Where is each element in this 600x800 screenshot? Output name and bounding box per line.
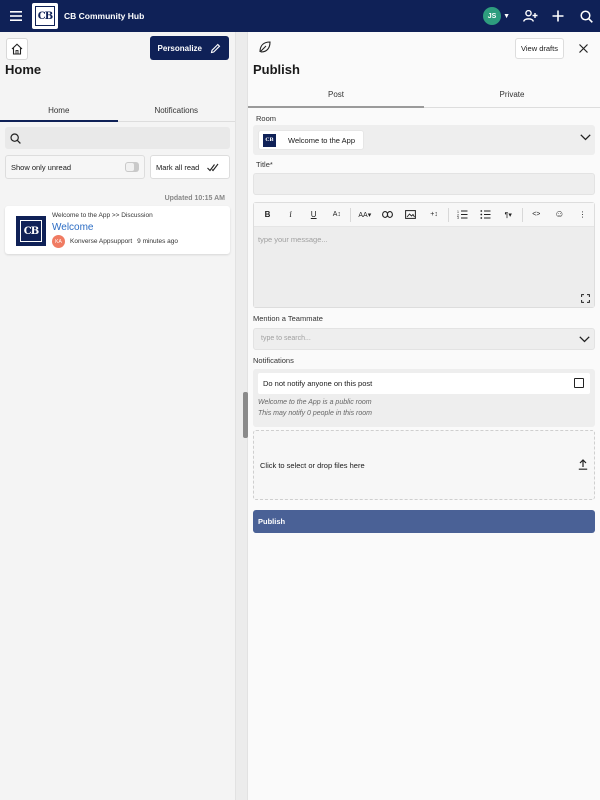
notif-note-count: This may notify 0 people in this room — [258, 410, 372, 417]
image-icon[interactable] — [399, 203, 422, 227]
show-only-unread-toggle[interactable]: Show only unread — [5, 155, 145, 179]
italic-icon[interactable]: i — [279, 203, 302, 227]
home-panel: Personalize Home Home Notifications Show… — [0, 32, 235, 800]
user-avatar[interactable]: JS — [483, 7, 502, 25]
notifications-label: Notifications — [253, 356, 294, 365]
updated-timestamp: Updated 10:15 AM — [164, 195, 225, 202]
do-not-notify-label: Do not notify anyone on this post — [263, 379, 373, 388]
room-select[interactable]: CB Welcome to the App — [253, 125, 595, 155]
notif-note-public: Welcome to the App is a public room — [258, 399, 372, 406]
home-button[interactable] — [6, 38, 28, 60]
room-label: Room — [256, 114, 277, 123]
room-logo: CB — [16, 216, 46, 246]
bullet-list-icon[interactable] — [474, 203, 497, 227]
dropzone-label: Click to select or drop files here — [260, 460, 365, 470]
create-button[interactable] — [544, 0, 572, 32]
mark-all-read-label: Mark all read — [156, 162, 200, 172]
mention-search-input[interactable]: type to search... — [253, 328, 595, 350]
more-icon[interactable]: ⋮ — [571, 203, 594, 227]
menu-icon[interactable] — [0, 0, 32, 32]
show-only-unread-label: Show only unread — [11, 162, 72, 172]
page-title: Home — [5, 62, 42, 77]
notifications-box: Do not notify anyone on this post Welcom… — [253, 369, 595, 427]
app-logo[interactable]: CB — [32, 3, 58, 29]
author-name[interactable]: Konverse Appsupport — [70, 238, 132, 245]
tab-notifications[interactable]: Notifications — [118, 100, 236, 121]
leaf-icon — [259, 41, 271, 53]
ordered-list-icon[interactable]: 123 — [451, 203, 474, 227]
upload-icon — [578, 459, 588, 470]
file-dropzone[interactable]: Click to select or drop files here — [253, 430, 595, 500]
tab-private[interactable]: Private — [424, 82, 600, 107]
paragraph-icon[interactable]: ¶▾ — [497, 203, 520, 227]
message-placeholder: type your message... — [258, 235, 328, 244]
tab-post[interactable]: Post — [248, 82, 424, 108]
toolbar-divider — [350, 207, 352, 222]
add-user-button[interactable] — [516, 0, 544, 32]
toolbar-divider — [447, 207, 449, 222]
insert-icon[interactable]: +↕ — [423, 203, 446, 227]
code-icon[interactable]: <> — [525, 203, 548, 227]
font-icon[interactable]: AA▾ — [353, 203, 376, 227]
expand-icon[interactable] — [581, 294, 590, 303]
search-icon — [10, 132, 21, 144]
feed-title-link[interactable]: Welcome — [52, 222, 94, 233]
feed-author-row: KA Konverse Appsupport 9 minutes ago — [52, 235, 178, 248]
message-input[interactable]: type your message... — [254, 227, 594, 307]
do-not-notify-option[interactable]: Do not notify anyone on this post — [258, 373, 590, 394]
title-label: Title* — [256, 160, 273, 169]
toolbar-divider — [521, 207, 523, 222]
home-icon — [11, 43, 23, 55]
home-tabs: Home Notifications — [0, 100, 235, 122]
pencil-icon — [210, 43, 221, 53]
chevron-down-icon — [579, 336, 590, 343]
author-avatar[interactable]: KA — [52, 235, 65, 248]
publish-button[interactable]: Publish — [253, 510, 595, 533]
personalize-button[interactable]: Personalize — [149, 36, 229, 60]
list-item[interactable]: CB Welcome to the App >> Discussion Welc… — [5, 206, 230, 254]
feed-breadcrumb[interactable]: Welcome to the App >> Discussion — [52, 212, 153, 219]
message-editor: B i U A↕ AA▾ +↕ 123 ¶▾ <> ☺ ⋮ type your … — [253, 202, 595, 308]
chevron-down-icon[interactable]: ▼ — [503, 13, 510, 20]
logo-mark: CB — [35, 6, 55, 26]
toggle-switch[interactable] — [125, 162, 139, 172]
underline-icon[interactable]: U — [302, 203, 325, 227]
close-icon — [578, 43, 588, 53]
room-chip: CB Welcome to the App — [258, 130, 364, 150]
close-button[interactable] — [576, 41, 590, 55]
publish-panel: Publish View drafts Post Private Room CB… — [248, 32, 600, 800]
link-icon[interactable] — [376, 203, 399, 227]
emoji-icon[interactable]: ☺ — [548, 203, 571, 227]
logo-mark: CB — [20, 220, 42, 242]
editor-toolbar: B i U A↕ AA▾ +↕ 123 ¶▾ <> ☺ ⋮ — [254, 203, 594, 227]
app-title: CB Community Hub — [64, 11, 145, 21]
feed-search-input[interactable] — [5, 127, 230, 149]
personalize-label: Personalize — [157, 43, 202, 53]
double-check-icon — [207, 163, 219, 171]
room-logo: CB — [263, 133, 276, 147]
svg-text:3: 3 — [457, 216, 459, 219]
mark-all-read-button[interactable]: Mark all read — [150, 155, 230, 179]
room-value: Welcome to the App — [288, 135, 355, 145]
search-icon — [579, 9, 593, 23]
chevron-down-icon — [580, 134, 591, 141]
view-drafts-button[interactable]: View drafts — [515, 38, 564, 59]
publish-tabs: Post Private — [248, 82, 600, 108]
add-user-icon — [522, 10, 537, 22]
tab-home[interactable]: Home — [0, 100, 118, 122]
search-button[interactable] — [572, 0, 600, 32]
do-not-notify-checkbox[interactable] — [574, 378, 584, 388]
post-time: 9 minutes ago — [137, 238, 178, 245]
title-input[interactable] — [253, 173, 595, 195]
publish-title: Publish — [253, 62, 300, 77]
mention-placeholder: type to search... — [261, 335, 311, 342]
plus-icon — [552, 10, 564, 22]
text-size-icon[interactable]: A↕ — [325, 203, 348, 227]
mention-label: Mention a Teammate — [253, 314, 323, 323]
top-bar: CB CB Community Hub JS ▼ — [0, 0, 600, 32]
bold-icon[interactable]: B — [256, 203, 279, 227]
